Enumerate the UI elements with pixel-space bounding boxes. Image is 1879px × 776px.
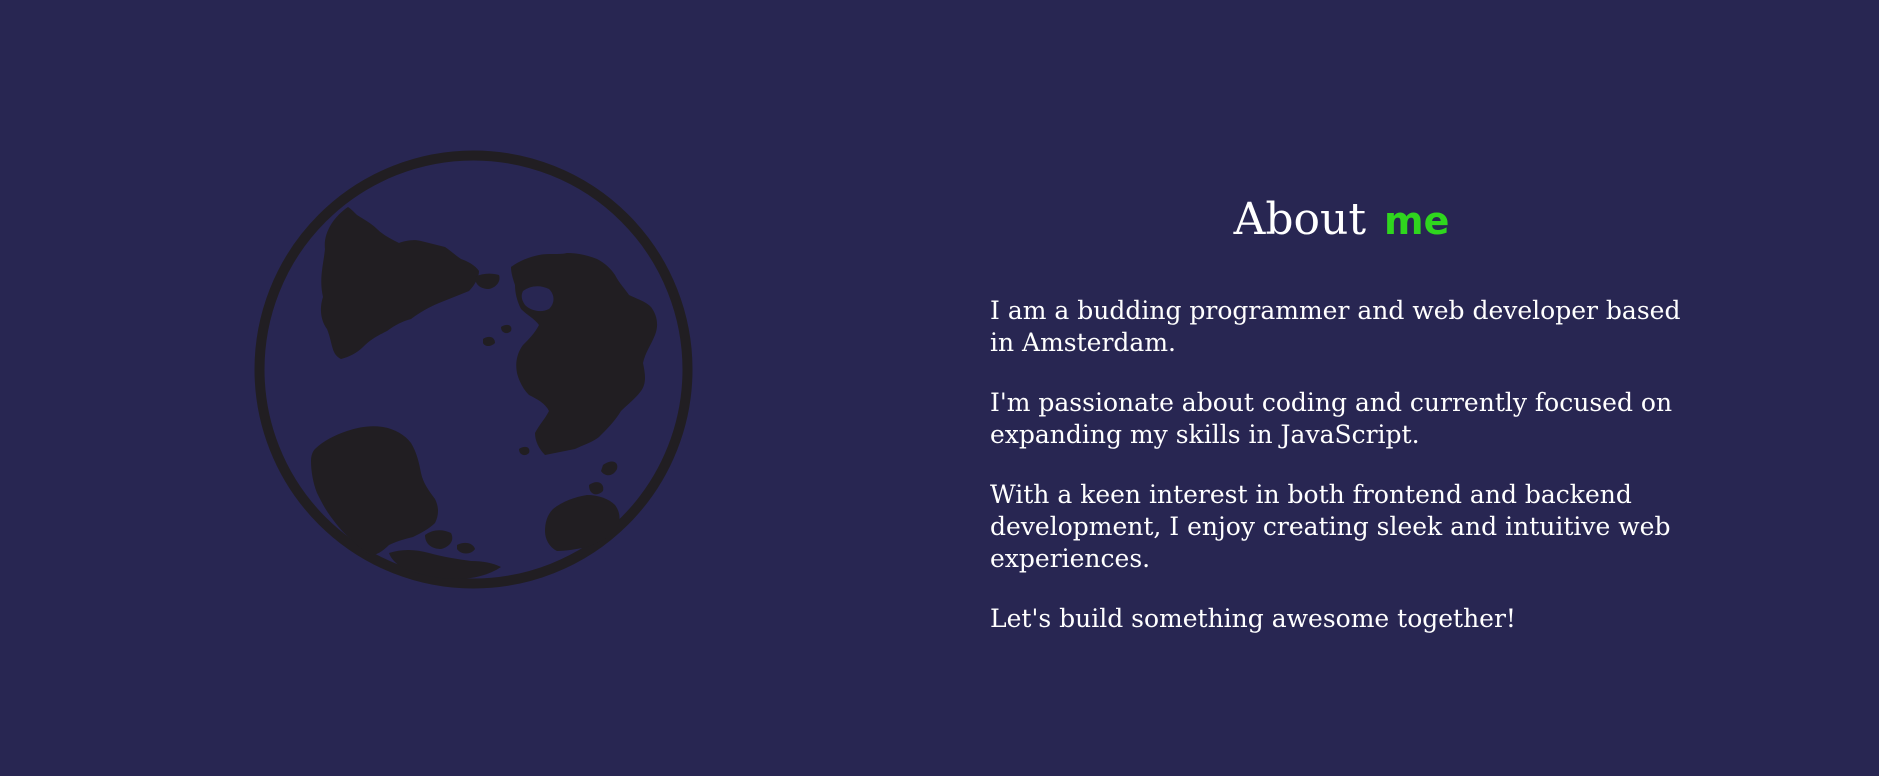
about-paragraph: I'm passionate about coding and currentl… [990, 388, 1673, 449]
about-title-main: About [1233, 194, 1367, 245]
about-section: About me I am a budding programmer and w… [0, 0, 1879, 776]
about-paragraph: I am a budding programmer and web develo… [990, 296, 1681, 357]
globe-icon [253, 149, 694, 590]
about-paragraph: With a keen interest in both frontend an… [990, 480, 1671, 573]
about-text: About me I am a budding programmer and w… [990, 190, 1690, 663]
about-paragraph: Let's build something awesome together! [990, 604, 1516, 633]
about-title-accent: me [1384, 199, 1450, 243]
about-title: About me [990, 190, 1693, 251]
